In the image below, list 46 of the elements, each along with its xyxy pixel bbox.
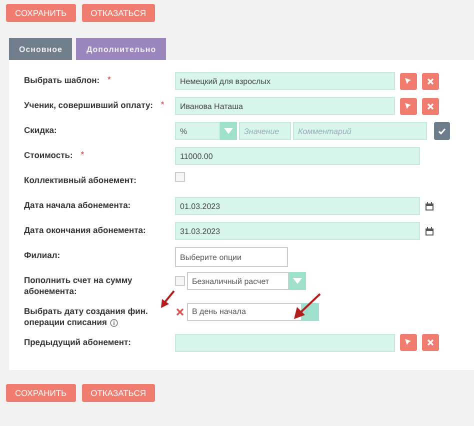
field-label: Филиал:: [24, 250, 60, 262]
close-icon[interactable]: [175, 306, 185, 317]
check-icon: [438, 128, 446, 134]
date-field[interactable]: 01.03.2023: [175, 197, 420, 215]
checkbox[interactable]: [175, 172, 185, 182]
required-mark: *: [108, 75, 111, 86]
clear-button[interactable]: [422, 334, 439, 352]
info-icon[interactable]: [110, 319, 118, 328]
clear-button[interactable]: [422, 72, 439, 90]
date-field[interactable]: 31.03.2023: [175, 222, 420, 240]
annotation-arrow: [292, 293, 322, 320]
pick-button[interactable]: [400, 72, 417, 90]
field-label: Дата начала абонемента:: [24, 200, 131, 212]
close-icon: [427, 78, 434, 84]
lookup-field[interactable]: Немецкий для взрослых: [175, 72, 395, 90]
field-label: Пополнить счет на сумму абонемента:: [24, 275, 134, 298]
cursor-icon: [405, 102, 412, 110]
field-label: Выбрать дату создания фин. операции списания: [24, 306, 149, 329]
field-label: Дата окончания абонемента:: [24, 225, 146, 236]
branch-select[interactable]: Выберите опции: [175, 247, 288, 267]
lookup-field[interactable]: Иванова Наташа: [175, 97, 395, 115]
required-mark: *: [80, 150, 84, 161]
calendar-icon[interactable]: [425, 202, 434, 210]
pick-button[interactable]: [400, 98, 417, 114]
calendar-icon[interactable]: [425, 226, 434, 236]
field-label: Предыдущий абонемент:: [24, 336, 131, 348]
tab[interactable]: Основное: [9, 38, 72, 60]
field-label: Выбрать шаблон:: [24, 75, 100, 86]
lookup-field[interactable]: [175, 334, 395, 352]
text-field[interactable]: 11000.00: [175, 147, 420, 165]
field-label: Коллективный абонемент:: [24, 175, 136, 186]
checkbox[interactable]: [175, 276, 185, 286]
close-icon: [427, 339, 434, 346]
clear-button[interactable]: [422, 98, 439, 114]
cursor-icon: [405, 339, 412, 346]
required-mark: *: [160, 100, 164, 111]
annotation-arrow: [160, 290, 175, 309]
close-icon: [427, 102, 434, 110]
cursor-icon: [405, 78, 412, 84]
caret-icon: [224, 128, 233, 134]
pick-button[interactable]: [400, 334, 417, 352]
field-label: Скидка:: [24, 125, 57, 136]
caret-icon: [293, 278, 302, 284]
field-label: Ученик, совершивший оплату:: [24, 100, 153, 112]
field-label: Стоимость:: [24, 150, 73, 162]
apply-button[interactable]: [434, 122, 450, 140]
